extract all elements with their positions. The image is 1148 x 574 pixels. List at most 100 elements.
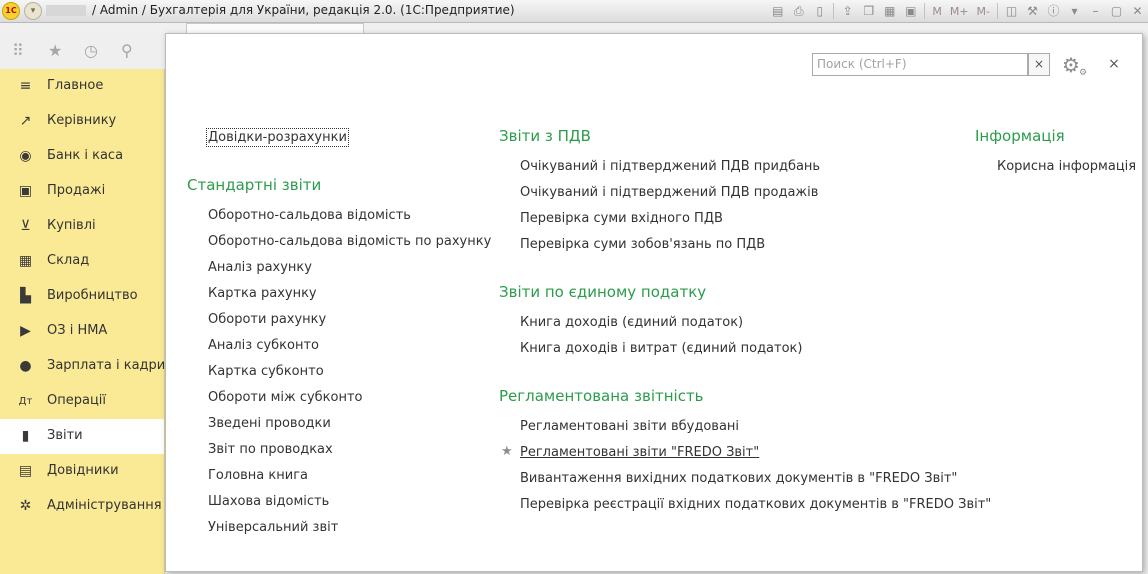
reports-panel: × ⚙⚙ × Довідки-розрахунки Стандартні зві… [165, 33, 1143, 572]
money-icon: ◉ [19, 148, 32, 164]
close-icon[interactable]: ✕ [1129, 3, 1146, 20]
close-panel-button[interactable]: × [1106, 54, 1122, 74]
memory-button[interactable]: M [930, 3, 944, 20]
report-link[interactable]: Перевірка реєстрації вхідних податкових … [520, 497, 991, 512]
memory-minus-button[interactable]: M- [975, 3, 992, 20]
section-header-information: Інформація [975, 127, 1065, 145]
sidebar-item-sales[interactable]: ▣ Продажі [0, 174, 164, 209]
favorite-star-icon[interactable]: ★ [501, 444, 513, 459]
title-toolbar: ▤ ⎙ ▯ ⇪ ❐ ▦ ▣ M M+ M- ◫ ⚒ ⓘ ▾ – ▢ ✕ [767, 2, 1148, 20]
app-logo: 1С [2, 2, 20, 20]
report-link[interactable]: Звіт по проводках [208, 442, 333, 457]
gear-icon: ✲ [19, 498, 32, 514]
sidebar-item-label: Керівнику [47, 113, 117, 128]
truck-icon: ▶ [20, 323, 31, 339]
sidebar-item-label: Операції [47, 393, 107, 408]
report-link[interactable]: Головна книга [208, 468, 308, 483]
report-link[interactable]: Корисна інформація [997, 159, 1136, 174]
toolbar-separator [833, 3, 835, 19]
sidebar-item-label: Звіти [47, 428, 83, 443]
sidebar-item-label: Довідники [47, 463, 119, 478]
toolbar-separator [924, 3, 926, 19]
report-link[interactable]: Очікуваний і підтверджений ПДВ придбань [520, 159, 820, 174]
report-link[interactable]: Книга доходів (єдиний податок) [520, 315, 743, 330]
report-link[interactable]: Обороти між субконто [208, 390, 363, 405]
section-header-regulated-reporting: Регламентована звітність [499, 387, 704, 405]
dropdown-icon[interactable]: ▾ [1066, 3, 1083, 20]
report-link-hovered[interactable]: Регламентовані звіти "FREDO Звіт" [520, 445, 759, 460]
report-link[interactable]: Картка рахунку [208, 286, 317, 301]
sidebar-item-main[interactable]: ≡ Главное [0, 69, 164, 104]
report-link[interactable]: Оборотно-сальдова відомість по рахунку [208, 234, 491, 249]
sidebar-item-label: Склад [47, 253, 90, 268]
search-icon[interactable]: ⚲ [121, 41, 133, 60]
sidebar-item-warehouse[interactable]: ▦ Склад [0, 244, 164, 279]
window-title: / Admin / Бухгалтерія для України, редак… [92, 3, 515, 17]
sidebar-item-administration[interactable]: ✲ Адміністрування [0, 489, 164, 524]
report-link[interactable]: Очікуваний і підтверджений ПДВ продажів [520, 185, 818, 200]
report-link[interactable]: Регламентовані звіти вбудовані [520, 419, 739, 434]
report-link[interactable]: Вивантаження вихідних податкових докумен… [520, 471, 957, 486]
section-header-vat-reports: Звіти з ПДВ [499, 127, 591, 145]
report-link[interactable]: Аналіз субконто [208, 338, 319, 353]
info-icon[interactable]: ⓘ [1045, 3, 1062, 20]
save-icon[interactable]: ▤ [769, 3, 786, 20]
memory-plus-button[interactable]: M+ [948, 3, 971, 20]
trend-icon: ↗ [19, 113, 32, 129]
sidebar-item-fixed-assets[interactable]: ▶ ОЗ і НМА [0, 314, 164, 349]
clear-search-button[interactable]: × [1028, 53, 1050, 76]
search-input[interactable] [813, 54, 1026, 74]
toolbar-separator [997, 3, 998, 19]
search-field[interactable] [812, 53, 1028, 76]
sidebar-item-salary[interactable]: ● Зарплата і кадри [0, 349, 166, 384]
section-header-single-tax: Звіти по єдиному податку [499, 283, 707, 301]
sidebar-item-directories[interactable]: ▤ Довідники [0, 454, 164, 489]
sidebar-item-label: Главное [47, 78, 104, 93]
title-bar: 1С ▾ / Admin / Бухгалтерія для України, … [0, 0, 1148, 23]
calculator-icon[interactable]: ▦ [881, 3, 898, 20]
compare-icon[interactable]: ◫ [1003, 3, 1020, 20]
sidebar-item-purchases[interactable]: ⊻ Купівлі [0, 209, 164, 244]
sidebar-item-label: ОЗ і НМА [47, 323, 108, 338]
sidebar-item-bank[interactable]: ◉ Банк і каса [0, 139, 164, 174]
maximize-icon[interactable]: ▢ [1108, 3, 1125, 20]
sidebar-item-label: Виробництво [47, 288, 138, 303]
menu-lines-icon: ≡ [19, 78, 32, 94]
settings-gear-icon[interactable]: ⚙ ⚙ [1062, 51, 1092, 79]
report-link[interactable]: Шахова відомість [208, 494, 329, 509]
print-icon[interactable]: ⎙ [790, 3, 807, 20]
sidebar-item-operations[interactable]: Дт Операції [0, 384, 164, 419]
link-help-calculations[interactable]: Довідки-розрахунки [206, 128, 349, 147]
report-link[interactable]: Оборотно-сальдова відомість [208, 208, 411, 223]
cart-icon: ⊻ [20, 218, 31, 234]
preview-icon[interactable]: ▯ [811, 3, 828, 20]
copy-icon[interactable]: ❐ [860, 3, 877, 20]
main-menu-button[interactable]: ▾ [24, 2, 42, 20]
grid-icon[interactable]: ⠿ [12, 41, 24, 60]
report-link[interactable]: Перевірка суми зобов'язань по ПДВ [520, 237, 765, 252]
report-link[interactable]: Зведені проводки [208, 416, 331, 431]
warehouse-icon: ▦ [18, 253, 33, 269]
star-icon[interactable]: ★ [48, 41, 62, 60]
sidebar-item-manager[interactable]: ↗ Керівнику [0, 104, 164, 139]
report-link[interactable]: Перевірка суми вхідного ПДВ [520, 211, 723, 226]
book-icon: ▤ [18, 463, 33, 479]
sections-toolbar: ⠿ ★ ◷ ⚲ [0, 33, 165, 70]
report-link[interactable]: Книга доходів і витрат (єдиний податок) [520, 341, 802, 356]
dt-kt-icon: Дт [18, 396, 33, 407]
sidebar-item-production[interactable]: ▙ Виробництво [0, 279, 164, 314]
person-icon: ● [19, 358, 32, 374]
tools-icon[interactable]: ⚒ [1024, 3, 1041, 20]
minimize-icon[interactable]: – [1087, 3, 1104, 20]
history-icon[interactable]: ◷ [84, 41, 98, 60]
sidebar-item-reports[interactable]: ▮ Звіти [0, 419, 164, 454]
sidebar-item-label: Зарплата і кадри [47, 358, 166, 373]
user-name-redacted [46, 5, 86, 16]
report-link[interactable]: Картка субконто [208, 364, 324, 379]
report-link[interactable]: Аналіз рахунку [208, 260, 312, 275]
report-link[interactable]: Універсальний звіт [208, 520, 338, 535]
upload-icon[interactable]: ⇪ [839, 3, 856, 20]
calendar-icon[interactable]: ▣ [902, 3, 919, 20]
report-link[interactable]: Обороти рахунку [208, 312, 326, 327]
sidebar-item-label: Адміністрування [47, 498, 162, 513]
